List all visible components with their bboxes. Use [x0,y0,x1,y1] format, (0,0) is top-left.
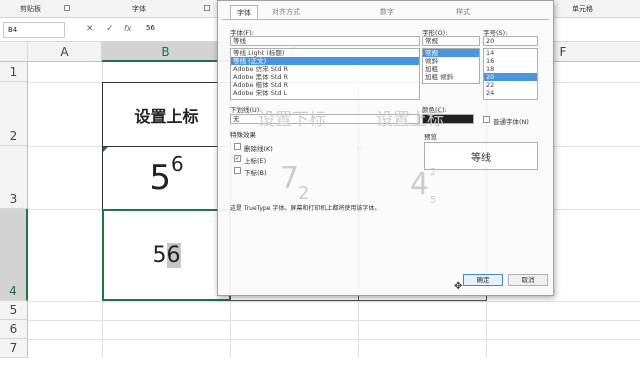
ghost-text: 设置下标 [258,110,326,130]
column-header-b[interactable]: B [102,42,230,62]
clipboard-launcher-icon[interactable] [64,5,70,11]
tab-divider [222,19,549,20]
ghost-text: 5 [430,195,437,206]
cell-b4-base: 5 [152,242,167,268]
ghost-text: 设置上标 [376,110,444,130]
strikethrough-checkbox[interactable] [234,143,241,150]
font-list-item[interactable]: Adobe 仿宋 Std R [231,65,419,73]
formula-input[interactable]: 56 [146,24,155,32]
font-list-item[interactable]: Adobe 宋体 Std L [231,89,419,97]
row-header-5[interactable]: 5 [0,301,28,320]
cell-b3-base: 5 [149,158,171,198]
size-list-item[interactable]: 14 [484,49,537,57]
enter-icon[interactable]: ✓ [106,24,114,34]
size-list[interactable]: 14 16 18 20 22 24 [483,48,538,100]
style-list-item-selected[interactable]: 常规 [423,49,479,57]
row-header-3[interactable]: 3 [0,146,28,209]
size-list-item[interactable]: 16 [484,57,537,65]
underline-label: 下划线(U): [230,106,262,114]
ribbon-group-cells[interactable]: 单元格 [572,4,593,14]
cell-b2[interactable]: 设置上标 [102,82,231,147]
format-cells-dialog: 字体 对齐方式 数字 样式 字体(F): 等线 等线 Light (标题) 等线… [217,0,554,296]
cell-b3-superscript: 6 [170,152,184,176]
row-header-2[interactable]: 2 [0,82,28,146]
effects-label: 特殊效果 [230,131,256,139]
cell-b2-text: 设置上标 [134,106,199,126]
font-launcher-icon[interactable] [204,5,210,11]
font-list-item[interactable]: Adobe 黑体 Std R [231,73,419,81]
style-list-item[interactable]: 倾斜 [423,57,479,65]
size-list-item[interactable]: 24 [484,89,537,97]
tab-styles[interactable]: 样式 [450,5,476,19]
row-header-1[interactable]: 1 [0,62,28,82]
move-cursor-icon: ✥ [454,281,463,292]
cancel-button[interactable]: 取消 [508,274,548,286]
ghost-text: 7 [280,161,300,196]
size-list-item[interactable]: 22 [484,81,537,89]
preview-text: 等线 [471,152,491,164]
font-list-item-selected[interactable]: 等线 (正文) [231,57,419,65]
preview-label: 预览 [424,133,437,141]
row-header-7[interactable]: 7 [0,339,28,358]
ghost-text: 2 [298,183,310,204]
row-header-6[interactable]: 6 [0,320,28,339]
grid-line [28,320,640,321]
size-input[interactable]: 20 [483,36,538,46]
ghost-text: 2 [430,167,437,178]
select-all-corner[interactable] [0,42,28,62]
style-input[interactable]: 常规 [422,36,480,46]
subscript-checkbox[interactable] [234,167,241,174]
style-list-item[interactable]: 加粗 倾斜 [423,73,479,81]
cell-b4[interactable]: 5 6 [102,209,231,301]
tab-alignment[interactable]: 对齐方式 [266,5,306,19]
font-input[interactable]: 等线 [230,36,420,46]
font-list-item[interactable]: Adobe 楷体 Std R [231,81,419,89]
function-icon[interactable]: fx [124,24,132,33]
style-list-item[interactable]: 加粗 [423,65,479,73]
tab-font[interactable]: 字体 [230,5,258,19]
superscript-checkbox[interactable]: ✓ [234,155,241,162]
cell-b3[interactable]: 5 6 [102,146,231,210]
tab-number[interactable]: 数字 [374,5,400,19]
font-list-item[interactable]: 等线 Light (标题) [231,49,419,57]
strikethrough-label: 删除线(K) [244,145,273,153]
normal-font-checkbox[interactable] [483,116,490,123]
superscript-label: 上标(E) [244,157,267,165]
grid-line [28,301,640,302]
subscript-label: 下标(B) [244,169,267,177]
size-list-item[interactable]: 18 [484,65,537,73]
normal-font-label: 普通字体(N) [493,118,529,126]
column-header-a[interactable]: A [28,42,102,62]
row-header-4[interactable]: 4 [0,209,28,301]
preview-box: 等线 [424,142,538,170]
size-list-item-selected[interactable]: 20 [484,73,537,81]
ribbon-group-clipboard[interactable]: 剪贴板 [20,4,41,14]
style-list[interactable]: 常规 倾斜 加粗 加粗 倾斜 [422,48,480,84]
truetype-note: 这是 TrueType 字体。屏幕和打印机上都将使用该字体。 [230,205,381,212]
cancel-icon[interactable]: ✕ [86,24,94,34]
ok-button[interactable]: 确定 [463,274,503,286]
ribbon-group-font[interactable]: 字体 [132,4,146,14]
error-indicator-icon [103,147,108,152]
cell-b4-selected-text: 6 [166,242,181,268]
ghost-text: 4 [410,167,430,202]
font-list[interactable]: 等线 Light (标题) 等线 (正文) Adobe 仿宋 Std R Ado… [230,48,420,100]
grid-line [28,339,640,340]
name-box[interactable]: B4 [3,22,65,38]
